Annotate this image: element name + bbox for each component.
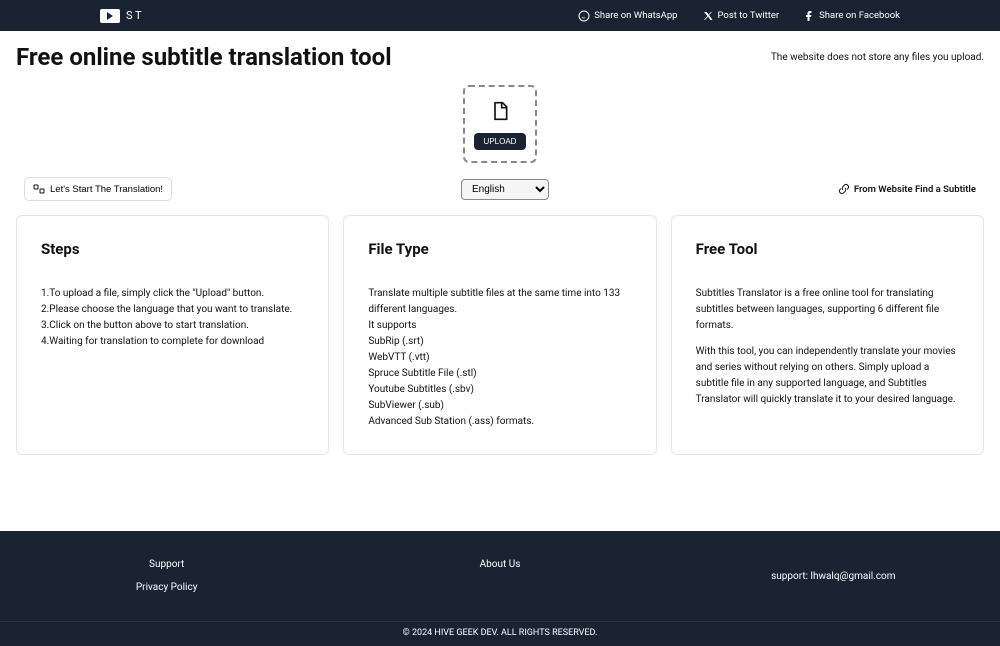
freetool-p1: Subtitles Translator is a free online to… [696, 286, 959, 334]
footer-support-link[interactable]: Support [149, 559, 184, 570]
filetype-intro: Translate multiple subtitle files at the… [368, 286, 631, 318]
freetool-p2: With this tool, you can independently tr… [696, 344, 959, 408]
controls-row: Let's Start The Translation! English Fro… [16, 177, 984, 201]
list-item: SubViewer (.sub) [368, 398, 631, 414]
list-item: 3.Click on the button above to start tra… [41, 318, 304, 334]
logo-text: S T [126, 9, 142, 22]
storage-note: The website does not store any files you… [771, 52, 984, 63]
file-icon [490, 99, 510, 123]
list-item: SubRip (.srt) [368, 334, 631, 350]
list-item: 4.Waiting for translation to complete fo… [41, 334, 304, 350]
share-links: Share on WhatsApp Post to Twitter Share … [578, 10, 900, 22]
footer-col-contact: support: lhwalq@gmail.com [667, 559, 1000, 593]
list-item: Advanced Sub Station (.ass) formats. [368, 414, 631, 430]
title-row: Free online subtitle translation tool Th… [16, 43, 984, 71]
upload-button[interactable]: UPLOAD [474, 133, 527, 150]
steps-list: 1.To upload a file, simply click the "Up… [41, 286, 304, 350]
filetype-body: Translate multiple subtitle files at the… [368, 286, 631, 430]
support-email: support: lhwalq@gmail.com [771, 571, 895, 582]
share-facebook[interactable]: Share on Facebook [803, 10, 900, 22]
card-steps: Steps 1.To upload a file, simply click t… [16, 215, 329, 455]
list-item: WebVTT (.vtt) [368, 350, 631, 366]
card-title: File Type [368, 240, 631, 258]
facebook-icon [803, 10, 815, 22]
list-item: Spruce Subtitle File (.stl) [368, 366, 631, 382]
page-title: Free online subtitle translation tool [16, 43, 392, 71]
footer-col-about: About Us [333, 559, 666, 593]
translate-icon [33, 183, 45, 195]
list-item: Youtube Subtitles (.sbv) [368, 382, 631, 398]
list-item: 2.Please choose the language that you wa… [41, 302, 304, 318]
share-whatsapp[interactable]: Share on WhatsApp [578, 10, 677, 22]
link-icon [838, 183, 850, 195]
card-freetool: Free Tool Subtitles Translator is a free… [671, 215, 984, 455]
footer-top: Support Privacy Policy About Us support:… [0, 531, 1000, 621]
list-item: 1.To upload a file, simply click the "Up… [41, 286, 304, 302]
card-title: Steps [41, 240, 304, 258]
play-icon [100, 9, 120, 23]
logo[interactable]: S T [100, 9, 142, 23]
footer-about-link[interactable]: About Us [480, 559, 521, 570]
share-twitter[interactable]: Post to Twitter [702, 10, 780, 22]
supports-label: It supports [368, 318, 631, 334]
freetool-body: Subtitles Translator is a free online to… [696, 286, 959, 408]
find-subtitle-link[interactable]: From Website Find a Subtitle [838, 183, 976, 195]
footer-col-links: Support Privacy Policy [0, 559, 333, 593]
cards: Steps 1.To upload a file, simply click t… [16, 215, 984, 455]
upload-dropzone[interactable]: UPLOAD [463, 85, 537, 163]
whatsapp-icon [578, 10, 590, 22]
footer-privacy-link[interactable]: Privacy Policy [136, 582, 198, 593]
card-title: Free Tool [696, 240, 959, 258]
upload-zone: UPLOAD [16, 85, 984, 163]
card-filetype: File Type Translate multiple subtitle fi… [343, 215, 656, 455]
start-translation-button[interactable]: Let's Start The Translation! [24, 177, 172, 201]
main: Free online subtitle translation tool Th… [0, 31, 1000, 467]
header: S T Share on WhatsApp Post to Twitter Sh… [0, 0, 1000, 31]
twitter-icon [702, 10, 714, 22]
language-select[interactable]: English [461, 179, 549, 200]
footer-copyright: © 2024 HIVE GEEK DEV. ALL RIGHTS RESERVE… [0, 621, 1000, 646]
footer: Support Privacy Policy About Us support:… [0, 531, 1000, 646]
